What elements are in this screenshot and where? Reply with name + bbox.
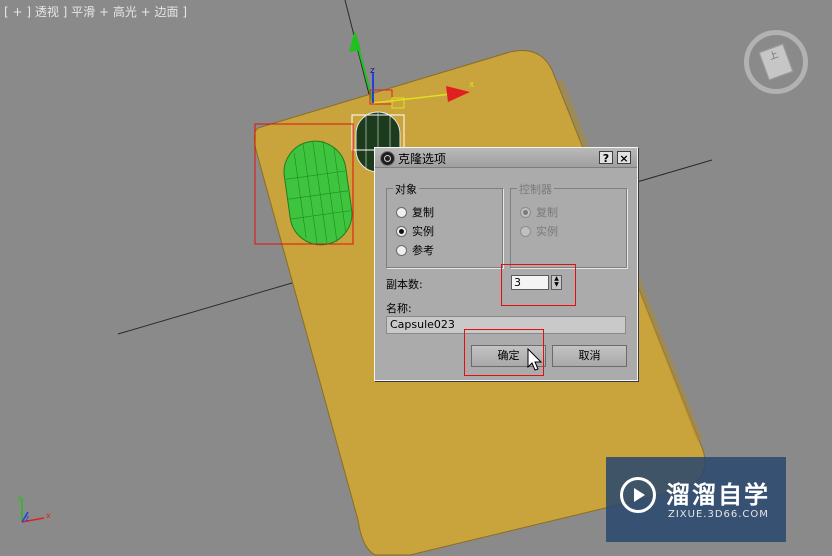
controller-radio-instance-label: 实例 [536, 225, 558, 238]
name-label: 名称: [386, 302, 412, 315]
controller-radio-copy-label: 复制 [536, 206, 558, 219]
radio-instance-label: 实例 [412, 225, 434, 238]
controller-radio-instance-button [520, 225, 531, 237]
radio-copy-label: 复制 [412, 206, 434, 219]
object-group: 对象 复制 实例 参考 [386, 181, 503, 268]
radio-reference-label: 参考 [412, 244, 434, 257]
controller-radio-instance: 实例 [520, 223, 558, 238]
viewcube-icon[interactable]: 上 [744, 30, 808, 94]
viewport-label[interactable]: [ + ] 透视 ] 平滑 + 高光 + 边面 ] [4, 3, 187, 20]
gizmo-x-label: x [469, 80, 475, 90]
controller-radio-copy-button [520, 206, 531, 218]
close-icon[interactable]: × [617, 151, 631, 165]
controller-radio-copy: 复制 [520, 204, 558, 219]
grid-line-vertical [344, 0, 374, 111]
radio-reference[interactable]: 参考 [396, 242, 434, 257]
dialog-titlebar[interactable]: 克隆选项 ? × [375, 148, 637, 168]
dialog-title: 克隆选项 [398, 152, 447, 166]
play-logo-icon [620, 477, 656, 513]
watermark-badge: 溜溜自学 ZIXUE.3D66.COM [606, 457, 786, 542]
help-button[interactable]: ? [599, 151, 613, 165]
controller-group-title: 控制器 [517, 181, 554, 197]
object-group-title: 对象 [393, 181, 419, 197]
tripod-y-label: y [17, 493, 22, 502]
radio-reference-button[interactable] [396, 244, 407, 256]
viewcube-face[interactable]: 上 [758, 43, 794, 81]
gizmo-z-label: z [370, 66, 375, 76]
radio-instance-button[interactable] [396, 225, 407, 237]
controller-group: 控制器 复制 实例 [510, 181, 627, 268]
cancel-button[interactable]: 取消 [552, 345, 627, 367]
watermark-subtitle: ZIXUE.3D66.COM [668, 509, 769, 520]
app-icon [380, 151, 395, 166]
mouse-cursor-icon [527, 348, 543, 371]
watermark-title: 溜溜自学 [666, 481, 770, 509]
tripod-z-label: z [25, 514, 30, 523]
tripod-x-label: x [46, 511, 51, 520]
radio-copy-button[interactable] [396, 206, 407, 218]
radio-instance[interactable]: 实例 [396, 223, 434, 238]
copies-highlight-box [501, 264, 576, 306]
copies-label: 副本数: [386, 278, 423, 291]
radio-copy[interactable]: 复制 [396, 204, 434, 219]
